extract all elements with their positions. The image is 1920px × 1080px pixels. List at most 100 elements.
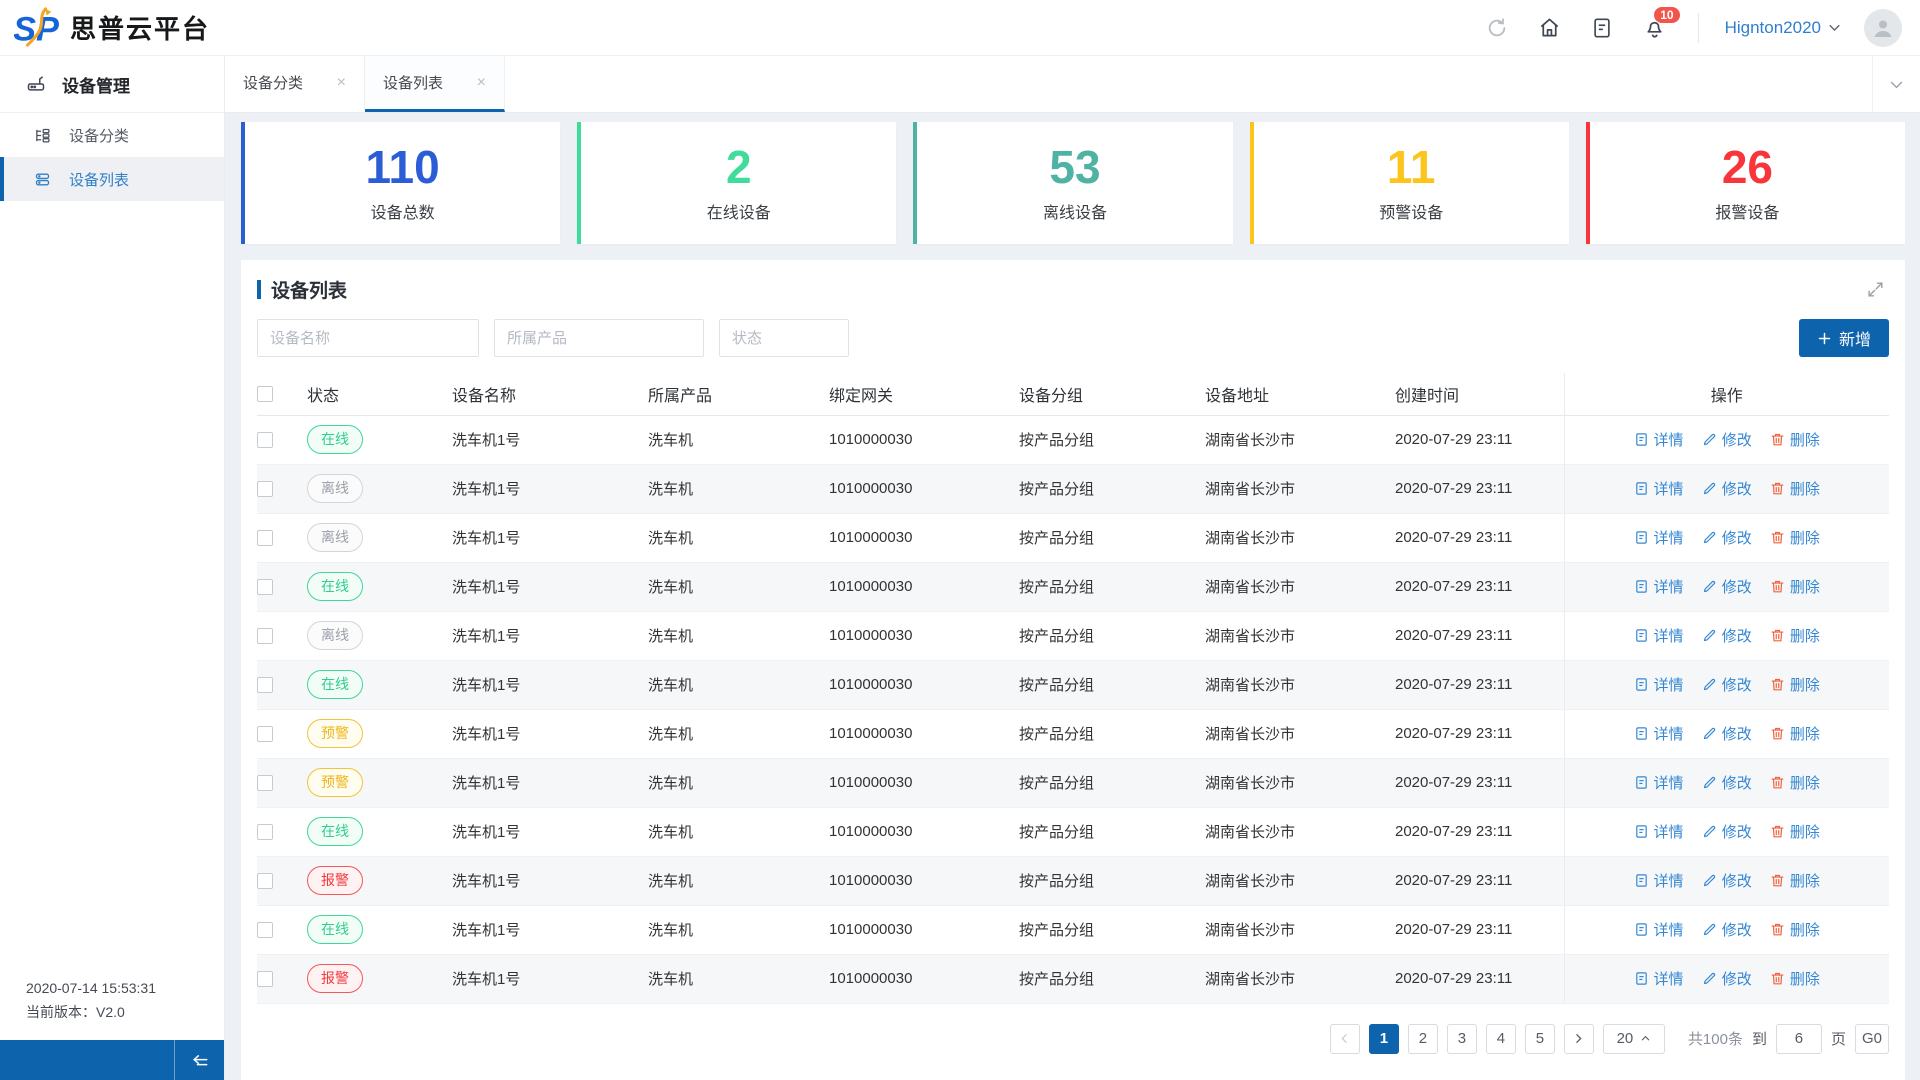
gateway-id: 1010000030 [829, 464, 1019, 514]
page-jump-input[interactable] [1775, 1023, 1822, 1054]
edit-icon [1703, 776, 1715, 788]
notification-bell-icon[interactable]: 10 [1643, 7, 1680, 39]
table-row[interactable]: 离线 洗车机1号 洗车机 1010000030 按产品分组 湖南省长沙市 202… [257, 513, 1889, 563]
page-button-4[interactable]: 4 [1485, 1023, 1516, 1054]
tab-device-list[interactable]: 设备列表 × [365, 56, 505, 112]
edit-link[interactable]: 修改 [1702, 576, 1752, 597]
page-size-select[interactable]: 20 [1602, 1023, 1665, 1054]
user-menu[interactable]: Hignton2020 [1725, 18, 1842, 38]
delete-link[interactable]: 删除 [1770, 723, 1820, 744]
detail-link[interactable]: 详情 [1634, 674, 1684, 695]
device-name: 洗车机1号 [452, 954, 648, 1004]
delete-link[interactable]: 删除 [1770, 478, 1820, 499]
table-row[interactable]: 离线 洗车机1号 洗车机 1010000030 按产品分组 湖南省长沙市 202… [257, 611, 1889, 661]
close-icon[interactable]: × [477, 74, 486, 92]
table-row[interactable]: 在线 洗车机1号 洗车机 1010000030 按产品分组 湖南省长沙市 202… [257, 415, 1889, 465]
current-time: 2020-07-14 15:53:31 [26, 980, 156, 996]
row-checkbox[interactable] [257, 579, 273, 596]
row-checkbox[interactable] [257, 432, 273, 449]
edit-link[interactable]: 修改 [1702, 772, 1752, 793]
row-checkbox[interactable] [257, 971, 273, 988]
product-filter-input[interactable] [494, 319, 704, 357]
delete-link[interactable]: 删除 [1770, 821, 1820, 842]
tab-overflow-button[interactable] [1872, 56, 1920, 112]
edit-link[interactable]: 修改 [1702, 625, 1752, 646]
table-row[interactable]: 在线 洗车机1号 洗车机 1010000030 按产品分组 湖南省长沙市 202… [257, 905, 1889, 955]
sidebar-item-device-category[interactable]: 设备分类 [0, 113, 224, 157]
document-icon[interactable] [1591, 17, 1613, 39]
device-address: 湖南省长沙市 [1205, 807, 1395, 857]
row-checkbox[interactable] [257, 726, 273, 743]
sidebar-section-device-management[interactable]: 设备管理 [0, 56, 224, 113]
edit-link[interactable]: 修改 [1702, 527, 1752, 548]
add-device-button[interactable]: 新增 [1799, 319, 1889, 357]
edit-link[interactable]: 修改 [1702, 723, 1752, 744]
row-checkbox[interactable] [257, 530, 273, 547]
select-all-checkbox[interactable] [257, 385, 273, 402]
page-button-2[interactable]: 2 [1407, 1023, 1438, 1054]
detail-link[interactable]: 详情 [1634, 821, 1684, 842]
table-row[interactable]: 报警 洗车机1号 洗车机 1010000030 按产品分组 湖南省长沙市 202… [257, 954, 1889, 1004]
edit-link[interactable]: 修改 [1702, 821, 1752, 842]
delete-link[interactable]: 删除 [1770, 527, 1820, 548]
detail-link[interactable]: 详情 [1634, 429, 1684, 450]
table-row[interactable]: 离线 洗车机1号 洗车机 1010000030 按产品分组 湖南省长沙市 202… [257, 464, 1889, 514]
edit-link[interactable]: 修改 [1702, 919, 1752, 940]
edit-link[interactable]: 修改 [1702, 429, 1752, 450]
delete-link[interactable]: 删除 [1770, 625, 1820, 646]
next-page-button[interactable] [1563, 1023, 1594, 1054]
home-icon[interactable] [1538, 16, 1561, 39]
table-row[interactable]: 预警 洗车机1号 洗车机 1010000030 按产品分组 湖南省长沙市 202… [257, 758, 1889, 808]
edit-link[interactable]: 修改 [1702, 478, 1752, 499]
device-group: 按产品分组 [1019, 709, 1205, 759]
row-checkbox[interactable] [257, 775, 273, 792]
edit-icon [1703, 825, 1715, 837]
collapse-sidebar-button[interactable] [174, 1040, 224, 1080]
expand-icon[interactable] [1866, 280, 1889, 299]
detail-link[interactable]: 详情 [1634, 968, 1684, 989]
tab-device-category[interactable]: 设备分类 × [225, 56, 365, 112]
detail-link[interactable]: 详情 [1634, 919, 1684, 940]
device-group: 按产品分组 [1019, 562, 1205, 612]
table-row[interactable]: 在线 洗车机1号 洗车机 1010000030 按产品分组 湖南省长沙市 202… [257, 807, 1889, 857]
table-row[interactable]: 报警 洗车机1号 洗车机 1010000030 按产品分组 湖南省长沙市 202… [257, 856, 1889, 906]
created-time: 2020-07-29 23:11 [1395, 611, 1564, 661]
status-filter-input[interactable] [719, 319, 849, 357]
row-checkbox[interactable] [257, 873, 273, 890]
row-checkbox[interactable] [257, 824, 273, 841]
prev-page-button[interactable] [1329, 1023, 1360, 1054]
device-name-filter-input[interactable] [257, 319, 479, 357]
detail-link[interactable]: 详情 [1634, 527, 1684, 548]
page-button-3[interactable]: 3 [1446, 1023, 1477, 1054]
go-button[interactable]: G0 [1854, 1023, 1889, 1054]
delete-link[interactable]: 删除 [1770, 674, 1820, 695]
edit-link[interactable]: 修改 [1702, 674, 1752, 695]
delete-link[interactable]: 删除 [1770, 576, 1820, 597]
avatar[interactable] [1864, 8, 1902, 47]
detail-link[interactable]: 详情 [1634, 625, 1684, 646]
edit-link[interactable]: 修改 [1702, 968, 1752, 989]
page-button-5[interactable]: 5 [1524, 1023, 1555, 1054]
table-row[interactable]: 预警 洗车机1号 洗车机 1010000030 按产品分组 湖南省长沙市 202… [257, 709, 1889, 759]
row-checkbox[interactable] [257, 481, 273, 498]
row-checkbox[interactable] [257, 677, 273, 694]
delete-link[interactable]: 删除 [1770, 919, 1820, 940]
detail-link[interactable]: 详情 [1634, 870, 1684, 891]
detail-link[interactable]: 详情 [1634, 772, 1684, 793]
delete-link[interactable]: 删除 [1770, 968, 1820, 989]
edit-link[interactable]: 修改 [1702, 870, 1752, 891]
detail-link[interactable]: 详情 [1634, 723, 1684, 744]
close-icon[interactable]: × [337, 74, 346, 92]
detail-link[interactable]: 详情 [1634, 576, 1684, 597]
page-button-1[interactable]: 1 [1368, 1023, 1399, 1054]
table-row[interactable]: 在线 洗车机1号 洗车机 1010000030 按产品分组 湖南省长沙市 202… [257, 562, 1889, 612]
delete-link[interactable]: 删除 [1770, 870, 1820, 891]
row-checkbox[interactable] [257, 628, 273, 645]
sidebar-item-device-list[interactable]: 设备列表 [0, 157, 224, 201]
refresh-icon[interactable] [1486, 17, 1508, 39]
delete-link[interactable]: 删除 [1770, 772, 1820, 793]
row-checkbox[interactable] [257, 922, 273, 939]
detail-link[interactable]: 详情 [1634, 478, 1684, 499]
table-row[interactable]: 在线 洗车机1号 洗车机 1010000030 按产品分组 湖南省长沙市 202… [257, 660, 1889, 710]
delete-link[interactable]: 删除 [1770, 429, 1820, 450]
